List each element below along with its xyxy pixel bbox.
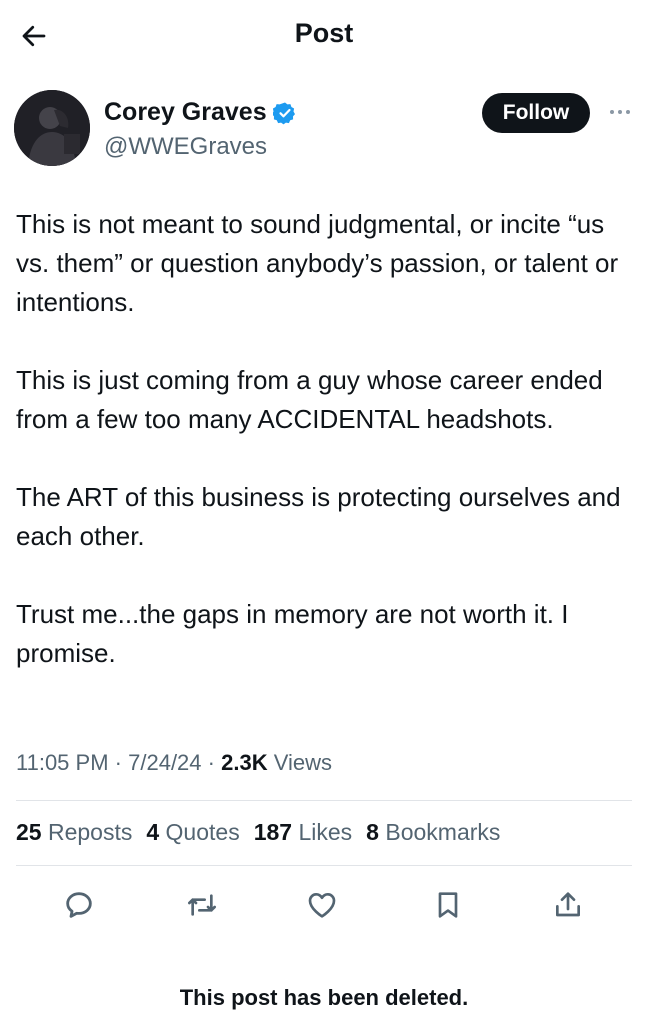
share-icon (556, 892, 580, 917)
author-name-text: Corey Graves (104, 98, 267, 126)
bookmark-icon (438, 892, 458, 918)
bookmarks-label: Bookmarks (385, 819, 501, 845)
deleted-notice: This post has been deleted. (179, 985, 469, 1010)
author-name[interactable]: Corey Graves (104, 98, 297, 127)
post-time[interactable]: 11:05 PM (16, 750, 109, 775)
bookmarks-count: 8 (366, 819, 379, 845)
top-bar: Post (0, 0, 648, 70)
meta-separator: · (114, 750, 122, 775)
likes-count: 187 (253, 819, 293, 845)
post-author: Corey Graves @WWEGraves Follow (14, 90, 634, 170)
reply-icon (66, 892, 92, 918)
post-meta: 11:05 PM · 7/24/24 · 2.3K Views (16, 750, 332, 776)
share-button[interactable] (548, 885, 588, 925)
views-count: 2.3K (221, 750, 268, 775)
action-bar (0, 885, 648, 925)
reposts-label: Reposts (47, 819, 133, 845)
post-date[interactable]: 7/24/24 (128, 750, 201, 775)
follow-button[interactable]: Follow (482, 93, 590, 133)
repost-button[interactable] (182, 885, 222, 925)
post-paragraph: The ART of this business is protecting o… (16, 482, 621, 551)
divider (16, 865, 632, 866)
page-title: Post (294, 18, 354, 48)
avatar-image (14, 90, 90, 166)
engagement-stats: 25 Reposts 4 Quotes 187 Likes 8 Bookmark… (16, 819, 500, 846)
quotes-label: Quotes (165, 819, 240, 845)
more-options-button[interactable] (606, 100, 634, 124)
bookmarks-stat[interactable]: 8 Bookmarks (366, 819, 500, 846)
likes-stat[interactable]: 187 Likes (254, 819, 352, 846)
more-dots-icon (610, 110, 630, 114)
views-label: Views (273, 750, 333, 775)
avatar[interactable] (14, 90, 90, 166)
divider (16, 800, 632, 801)
verified-badge-icon (272, 102, 295, 124)
author-handle[interactable]: @WWEGraves (104, 133, 297, 161)
meta-separator: · (207, 750, 215, 775)
post-paragraph: Trust me...the gaps in memory are not wo… (16, 599, 569, 668)
like-button[interactable] (302, 885, 342, 925)
post-paragraph: This is not meant to sound judgmental, o… (16, 209, 619, 317)
like-icon (308, 893, 336, 918)
reposts-stat[interactable]: 25 Reposts (16, 819, 132, 846)
likes-label: Likes (298, 819, 353, 845)
quotes-stat[interactable]: 4 Quotes (146, 819, 239, 846)
repost-icon (188, 894, 216, 916)
reply-button[interactable] (59, 885, 99, 925)
bookmark-button[interactable] (428, 885, 468, 925)
reposts-count: 25 (16, 819, 42, 845)
post-text: This is not meant to sound judgmental, o… (16, 205, 628, 712)
post-paragraph: This is just coming from a guy whose car… (16, 365, 603, 434)
quotes-count: 4 (146, 819, 160, 845)
